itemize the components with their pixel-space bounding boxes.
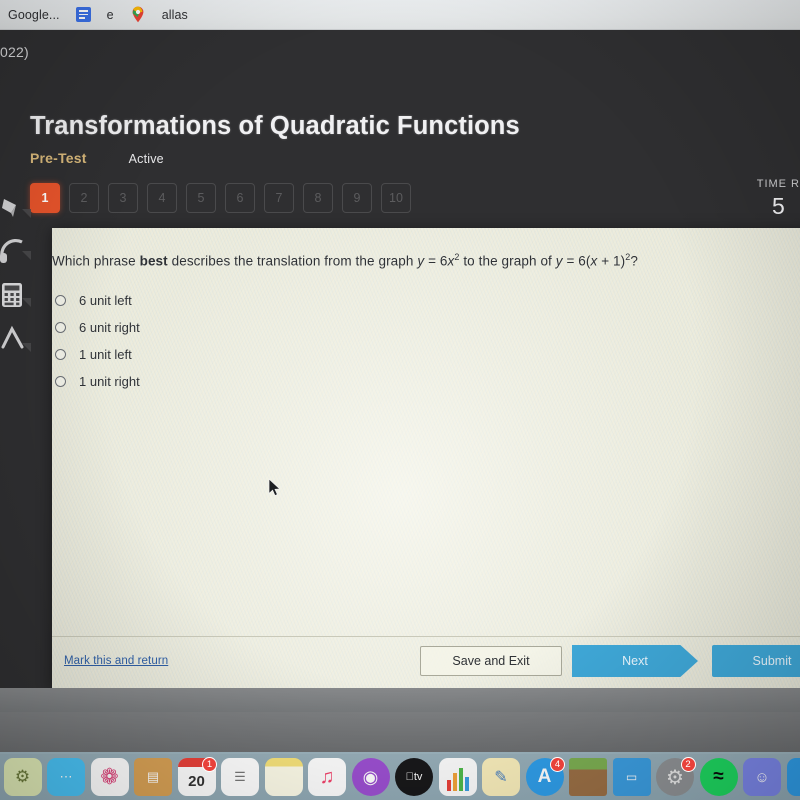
screenshot-root: Google... e allas 022) Transformations o [0,0,800,800]
contacts-icon[interactable]: ▤ [133,758,174,799]
expr2-tail: + 1) [597,253,626,269]
minecraft-icon[interactable] [568,758,609,799]
google-docs-icon [75,7,91,22]
system-preferences-badge: 2 [680,757,696,772]
app-store-icon[interactable]: A 4 [524,757,565,799]
quiz-subheader: Pre-Test Active [30,150,164,166]
question-emphasis: best [139,253,168,269]
expr2-eq: = 6( [562,253,591,269]
discord-icon[interactable]: ☺ [742,758,783,799]
quiz-footer: Mark this and return Save and Exit Next … [52,636,800,688]
mouse-cursor-icon [268,478,282,498]
test-type-label: Pre-Test [30,150,87,166]
question-mid2: to the graph of [459,253,556,269]
question-middle: describes the translation from the graph [167,253,418,269]
finder-icon[interactable]: ⚙ [2,758,43,799]
moire-overlay [52,228,800,688]
line-tool-icon[interactable] [0,325,32,355]
question-nav-9[interactable]: 9 [342,183,372,213]
option-row[interactable]: 1 unit right [55,368,140,395]
bookmark-label: allas [161,7,188,22]
bookmark-label: e [106,7,114,22]
zoom-display-icon[interactable]: ▭ [611,758,652,799]
quiz-header: Transformations of Quadratic Functions P… [0,70,800,230]
submit-button[interactable]: Submit [712,645,800,677]
bookmark-google[interactable]: Google... [4,6,64,24]
question-nav-5[interactable]: 5 [186,183,216,213]
browser-bookmark-bar: Google... e allas [0,0,800,30]
bookmark-allas[interactable]: allas [158,6,192,24]
question-nav-7[interactable]: 7 [264,183,294,213]
pages-icon[interactable]: ✎ [481,758,522,799]
question-nav-1[interactable]: 1 [30,183,60,213]
google-maps-pin-icon [130,6,146,23]
next-button[interactable]: Next [572,645,698,677]
headphones-icon[interactable] [0,235,32,265]
radio-button-icon[interactable] [55,349,66,360]
question-text: Which phrase best describes the translat… [52,252,752,269]
option-label: 6 unit left [79,293,132,308]
radio-button-icon[interactable] [55,376,66,387]
reminders-icon[interactable]: ☰ [220,758,261,799]
question-nav-3[interactable]: 3 [108,183,138,213]
bookmark-maps[interactable] [126,4,150,25]
spotify-icon[interactable]: ≈ [698,758,739,799]
option-label: 6 unit right [79,320,140,335]
question-nav-10[interactable]: 10 [381,183,411,213]
status-badge: Active [128,152,164,166]
option-label: 1 unit left [79,347,132,362]
option-label: 1 unit right [79,374,140,389]
answer-options: 6 unit left 6 unit right 1 unit left 1 u… [55,287,140,395]
notes-icon[interactable] [263,758,304,799]
bookmark-e[interactable]: e [103,6,118,24]
timer-label: TIME R [756,178,800,190]
numbers-icon[interactable] [437,758,478,799]
quiz-content-card [52,228,800,688]
tab-title-fragment: 022) [0,44,29,60]
bookmark-label: Google... [8,7,60,22]
timer-value: 5 [771,193,785,219]
option-row[interactable]: 6 unit left [55,287,140,314]
radio-button-icon[interactable] [55,322,66,333]
expr1-eq: = 6 [424,253,448,269]
radio-button-icon[interactable] [55,295,66,306]
desktop-wallpaper-band [0,688,800,712]
calculator-icon[interactable] [0,280,32,310]
system-preferences-icon[interactable]: ⚙ 2 [655,757,696,799]
facetime-icon[interactable]: ▶ [785,758,800,799]
macos-dock: ⚙ ⋯ ❁ ▤ 20 1 ☰ ♫ ◉ tv [0,752,800,800]
save-and-exit-button[interactable]: Save and Exit [420,646,562,676]
podcasts-icon[interactable]: ◉ [350,758,391,799]
question-nav-6[interactable]: 6 [225,183,255,213]
timer: TIME R 5 [757,178,800,220]
apple-tv-icon[interactable]: tv [394,758,435,799]
page-title: Transformations of Quadratic Functions [30,112,520,140]
question-nav-4[interactable]: 4 [147,183,177,213]
option-row[interactable]: 6 unit right [55,314,140,341]
option-row[interactable]: 1 unit left [55,341,140,368]
bookmark-google-docs[interactable] [72,5,95,24]
calendar-badge: 1 [202,757,217,772]
question-nav-2[interactable]: 2 [69,183,99,213]
music-icon[interactable]: ♫ [307,758,348,799]
messages-icon[interactable]: ⋯ [46,758,87,799]
question-prefix: Which phrase [52,253,140,269]
calendar-icon[interactable]: 20 1 [176,757,217,799]
app-store-badge: 4 [550,757,565,772]
question-suffix: ? [630,253,638,269]
mark-this-and-return-link[interactable]: Mark this and return [64,655,168,667]
screen-glare-overlay [52,228,800,688]
tool-sidebar [0,195,34,565]
expr2-var: y [555,253,563,269]
photos-icon[interactable]: ❁ [89,758,130,799]
question-navigation[interactable]: 1 2 3 4 5 6 7 8 9 10 [30,183,411,213]
question-nav-8[interactable]: 8 [303,183,333,213]
